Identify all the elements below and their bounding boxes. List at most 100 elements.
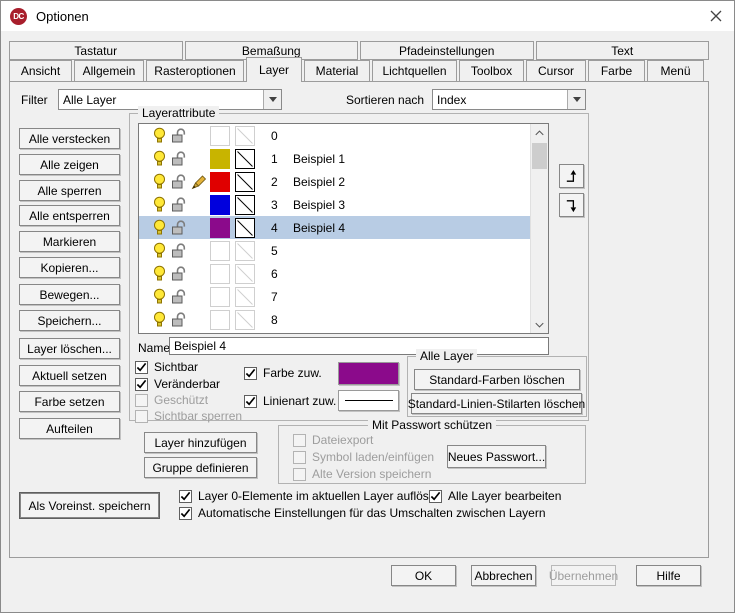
tab-material[interactable]: Material xyxy=(304,60,370,81)
lock-all-button[interactable]: Alle sperren xyxy=(19,180,120,201)
layer-unlocked-icon[interactable] xyxy=(171,220,190,235)
tab-rasteroptionen[interactable]: Rasteroptionen xyxy=(146,60,244,81)
tab-pfadeinstellungen[interactable]: Pfadeinstellungen xyxy=(360,41,534,60)
layer-unlocked-icon[interactable] xyxy=(171,243,190,258)
scrollbar-thumb[interactable] xyxy=(532,143,547,169)
move-layer-up-button[interactable] xyxy=(559,164,584,188)
tab-cursor[interactable]: Cursor xyxy=(526,60,586,81)
set-current-button[interactable]: Aktuell setzen xyxy=(19,365,120,386)
assigned-color-button[interactable] xyxy=(338,362,399,385)
layer-row-5[interactable]: 5 xyxy=(139,239,531,262)
tab-tastatur[interactable]: Tastatur xyxy=(9,41,183,60)
layer-visible-bulb-icon[interactable] xyxy=(152,127,167,144)
layer-color-swatch[interactable] xyxy=(210,264,230,284)
layer-visible-bulb-icon[interactable] xyxy=(152,150,167,167)
tab-farbe[interactable]: Farbe xyxy=(588,60,645,81)
unlock-all-button[interactable]: Alle entsperren xyxy=(19,205,120,226)
save-as-preset-button[interactable]: Als Voreinst. speichern xyxy=(20,493,159,518)
sort-dropdown-button[interactable] xyxy=(567,90,585,109)
layer-visible-bulb-icon[interactable] xyxy=(152,173,167,190)
layer-color-swatch[interactable] xyxy=(210,218,230,238)
checkbox-alle-layer-bearbeiten[interactable]: Alle Layer bearbeiten xyxy=(429,489,561,503)
layer-linestyle-swatch[interactable] xyxy=(235,149,255,169)
tab-allgemein[interactable]: Allgemein xyxy=(74,60,144,81)
move-button[interactable]: Bewegen... xyxy=(19,284,120,305)
ok-button[interactable]: OK xyxy=(391,565,456,586)
delete-standard-linestyles-button[interactable]: Standard-Linien-Stilarten löschen xyxy=(411,393,582,414)
sort-combobox[interactable]: Index xyxy=(432,89,586,110)
layer-list[interactable]: 0 1 Beispiel 1 2 Beispiel 2 xyxy=(138,123,549,334)
new-password-button[interactable]: Neues Passwort... xyxy=(447,445,546,468)
add-layer-button[interactable]: Layer hinzufügen xyxy=(144,432,257,453)
layer-list-scrollbar[interactable] xyxy=(530,124,548,333)
layer-unlocked-icon[interactable] xyxy=(171,174,190,189)
tab-ansicht[interactable]: Ansicht xyxy=(9,60,72,81)
show-all-button[interactable]: Alle zeigen xyxy=(19,154,120,175)
layer-linestyle-swatch[interactable] xyxy=(235,218,255,238)
define-group-button[interactable]: Gruppe definieren xyxy=(144,457,257,478)
tab-layer[interactable]: Layer xyxy=(246,57,302,82)
layer-color-swatch[interactable] xyxy=(210,126,230,146)
layer-color-swatch[interactable] xyxy=(210,149,230,169)
checkbox-veraenderbar[interactable]: Veränderbar xyxy=(135,377,220,391)
checkbox-automatische-einstellungen[interactable]: Automatische Einstellungen für das Umsch… xyxy=(179,506,546,520)
filter-dropdown-button[interactable] xyxy=(263,90,281,109)
layer-row-2[interactable]: 2 Beispiel 2 xyxy=(139,170,531,193)
layer-color-swatch[interactable] xyxy=(210,241,230,261)
tab-menue[interactable]: Menü xyxy=(647,60,704,81)
checkbox-layer0-elemente[interactable]: Layer 0-Elemente im aktuellen Layer aufl… xyxy=(179,489,442,503)
layer-row-1[interactable]: 1 Beispiel 1 xyxy=(139,147,531,170)
checkbox-sichtbar[interactable]: Sichtbar xyxy=(135,360,198,374)
scrollbar-up-button[interactable] xyxy=(531,124,548,141)
delete-standard-colors-button[interactable]: Standard-Farben löschen xyxy=(414,369,580,390)
tab-toolbox[interactable]: Toolbox xyxy=(459,60,524,81)
move-layer-down-button[interactable] xyxy=(559,193,584,217)
tab-lichtquellen[interactable]: Lichtquellen xyxy=(372,60,457,81)
assigned-linestyle-button[interactable] xyxy=(338,390,399,411)
layer-row-3[interactable]: 3 Beispiel 3 xyxy=(139,193,531,216)
hide-all-button[interactable]: Alle verstecken xyxy=(19,128,120,149)
layer-visible-bulb-icon[interactable] xyxy=(152,196,167,213)
layer-unlocked-icon[interactable] xyxy=(171,197,190,212)
checkbox-farbe-zuweisen[interactable]: Farbe zuw. xyxy=(244,366,322,380)
copy-button[interactable]: Kopieren... xyxy=(19,257,120,278)
layer-linestyle-swatch[interactable] xyxy=(235,172,255,192)
layer-row-6[interactable]: 6 xyxy=(139,262,531,285)
layer-color-swatch[interactable] xyxy=(210,310,230,330)
layer-unlocked-icon[interactable] xyxy=(171,312,190,327)
layer-row-8[interactable]: 8 xyxy=(139,308,531,331)
mark-button[interactable]: Markieren xyxy=(19,231,120,252)
layer-linestyle-swatch[interactable] xyxy=(235,126,255,146)
layer-linestyle-swatch[interactable] xyxy=(235,264,255,284)
layer-visible-bulb-icon[interactable] xyxy=(152,311,167,328)
layer-visible-bulb-icon[interactable] xyxy=(152,265,167,282)
layer-linestyle-swatch[interactable] xyxy=(235,241,255,261)
layer-row-4-selected[interactable]: 4 Beispiel 4 xyxy=(139,216,531,239)
layer-visible-bulb-icon[interactable] xyxy=(152,288,167,305)
help-button[interactable]: Hilfe xyxy=(636,565,701,586)
layer-unlocked-icon[interactable] xyxy=(171,289,190,304)
layer-visible-bulb-icon[interactable] xyxy=(152,242,167,259)
set-color-button[interactable]: Farbe setzen xyxy=(19,391,120,412)
checkbox-linienart-zuweisen[interactable]: Linienart zuw. xyxy=(244,394,336,408)
layer-linestyle-swatch[interactable] xyxy=(235,310,255,330)
split-button[interactable]: Aufteilen xyxy=(19,418,120,439)
layer-row-7[interactable]: 7 xyxy=(139,285,531,308)
layer-unlocked-icon[interactable] xyxy=(171,151,190,166)
layer-linestyle-swatch[interactable] xyxy=(235,287,255,307)
scrollbar-down-button[interactable] xyxy=(531,316,548,333)
cancel-button[interactable]: Abbrechen xyxy=(471,565,536,586)
layer-row-0[interactable]: 0 xyxy=(139,124,531,147)
layer-unlocked-icon[interactable] xyxy=(171,128,190,143)
save-button[interactable]: Speichern... xyxy=(19,310,120,331)
layer-name-input[interactable] xyxy=(169,337,549,355)
delete-layer-button[interactable]: Layer löschen... xyxy=(19,338,120,359)
layer-color-swatch[interactable] xyxy=(210,172,230,192)
layer-color-swatch[interactable] xyxy=(210,287,230,307)
tab-text[interactable]: Text xyxy=(536,41,710,60)
close-button[interactable] xyxy=(709,9,723,23)
layer-color-swatch[interactable] xyxy=(210,195,230,215)
layer-unlocked-icon[interactable] xyxy=(171,266,190,281)
layer-linestyle-swatch[interactable] xyxy=(235,195,255,215)
layer-visible-bulb-icon[interactable] xyxy=(152,219,167,236)
